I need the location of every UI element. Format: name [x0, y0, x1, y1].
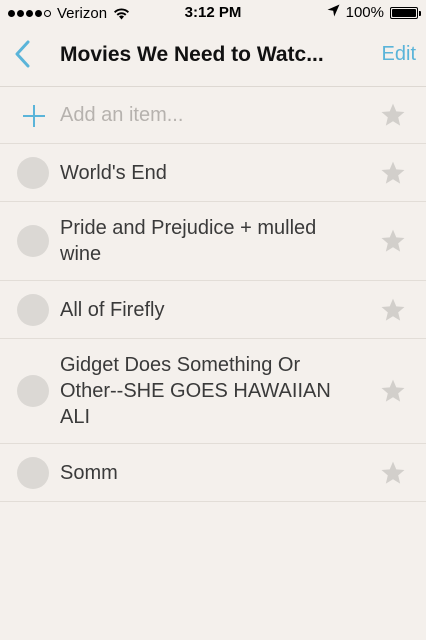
nav-bar: Movies We Need to Watc... Edit	[0, 28, 426, 87]
battery-fill	[392, 8, 416, 17]
list-item-label: Somm	[60, 461, 118, 484]
list-item-label: Gidget Does Something Or Other--SHE GOES…	[60, 354, 331, 428]
star-icon[interactable]	[380, 460, 406, 486]
edit-button[interactable]: Edit	[382, 43, 416, 66]
todo-list: World's End Pride and Prejudice + mulled…	[0, 87, 426, 502]
list-item-label: All of Firefly	[60, 298, 165, 321]
complete-checkbox[interactable]	[17, 456, 49, 489]
list-item-label: Pride and Prejudice + mulled wine	[60, 217, 317, 265]
location-arrow-icon	[327, 4, 340, 21]
star-icon[interactable]	[380, 160, 406, 186]
star-icon[interactable]	[380, 228, 406, 254]
battery-nub	[419, 10, 421, 16]
list-item[interactable]: Gidget Does Something Or Other--SHE GOES…	[0, 339, 426, 444]
complete-checkbox[interactable]	[17, 375, 49, 407]
back-button[interactable]	[6, 38, 38, 74]
list-item[interactable]: Somm	[0, 444, 426, 502]
complete-checkbox[interactable]	[17, 156, 49, 189]
star-icon[interactable]	[380, 378, 406, 404]
battery-icon	[390, 6, 421, 19]
plus-icon[interactable]	[21, 103, 47, 129]
add-item-input[interactable]	[60, 102, 360, 128]
status-right: 100%	[327, 4, 421, 21]
battery-percent: 100%	[345, 4, 384, 21]
chevron-left-icon	[14, 40, 30, 73]
page-title: Movies We Need to Watc...	[60, 43, 324, 66]
status-bar: Verizon 3:12 PM 100%	[0, 0, 426, 28]
list-item[interactable]: World's End	[0, 144, 426, 202]
add-item-row	[0, 87, 426, 144]
star-icon[interactable]	[380, 297, 406, 323]
list-item[interactable]: Pride and Prejudice + mulled wine	[0, 202, 426, 281]
list-item[interactable]: All of Firefly	[0, 281, 426, 339]
complete-checkbox[interactable]	[17, 225, 49, 257]
complete-checkbox[interactable]	[17, 293, 49, 326]
screen: Verizon 3:12 PM 100% Movies We Need to W…	[0, 0, 426, 640]
list-item-label: World's End	[60, 161, 167, 184]
star-icon[interactable]	[380, 102, 406, 128]
